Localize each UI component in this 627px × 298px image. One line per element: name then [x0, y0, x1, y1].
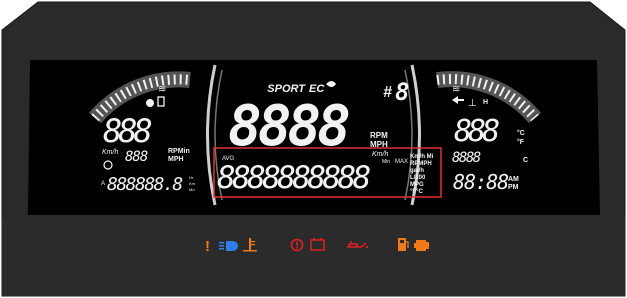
message-digits: 8888888888 — [217, 160, 371, 196]
info-unit: Km/h Mi — [410, 154, 434, 160]
right-h-label: H — [483, 99, 488, 106]
info-unit: L/100 — [410, 175, 426, 181]
warning-exclamation-icon: ! — [205, 238, 210, 255]
kmh-label-center: Km/h — [372, 151, 388, 158]
info-unit: RPMPH — [410, 161, 432, 167]
info-unit: MPG — [410, 182, 424, 188]
am-label: AM — [508, 176, 519, 183]
odo-unit: Mn — [189, 187, 195, 192]
instrument-cluster: SPORT EC # 8 8888 RPM MPH AVG Km/h Min M… — [1, 1, 626, 297]
right-small-digits: 8888 — [452, 150, 481, 166]
gear-prefix: # — [383, 84, 392, 101]
odo-unit: Km — [189, 181, 196, 186]
odo-unit: Hr — [189, 175, 194, 180]
temp-unit-c: °C — [517, 129, 525, 137]
temp-digits: 888 — [454, 114, 499, 149]
left-small-digits: 888 — [125, 149, 148, 165]
max-label: MAX — [395, 159, 408, 165]
right-coolant-icon: ⊥ — [468, 98, 477, 109]
indicator-strip — [2, 220, 625, 296]
odometer-prefix: A — [101, 181, 105, 187]
speed-digits: 8888 — [228, 94, 349, 159]
right-heated-seat-icon: ≋ — [452, 84, 460, 95]
heated-grip-icon: ≋ — [158, 84, 166, 95]
right-c-label: C — [523, 157, 528, 164]
left-indicator-dot-icon — [146, 99, 154, 107]
high-beam-icon — [219, 241, 238, 251]
left-rpm-min-label: RPMin — [168, 148, 190, 155]
odometer-digits: 888888.8 — [107, 174, 182, 195]
left-mph-label: MPH — [168, 156, 184, 163]
min-label: Min — [382, 159, 390, 165]
speed-unit-rpm: RPM — [370, 131, 388, 140]
left-top-digits: 888 — [103, 112, 152, 150]
pm-label: PM — [508, 184, 519, 191]
clock-digits: 88:88 — [453, 170, 508, 194]
info-unit: °F°C — [410, 189, 423, 195]
gear-digit: 8 — [395, 78, 409, 106]
info-unit: gal/h — [410, 168, 424, 174]
left-kmh-label: Km/h — [102, 149, 118, 156]
temp-unit-f: °F — [517, 138, 525, 146]
